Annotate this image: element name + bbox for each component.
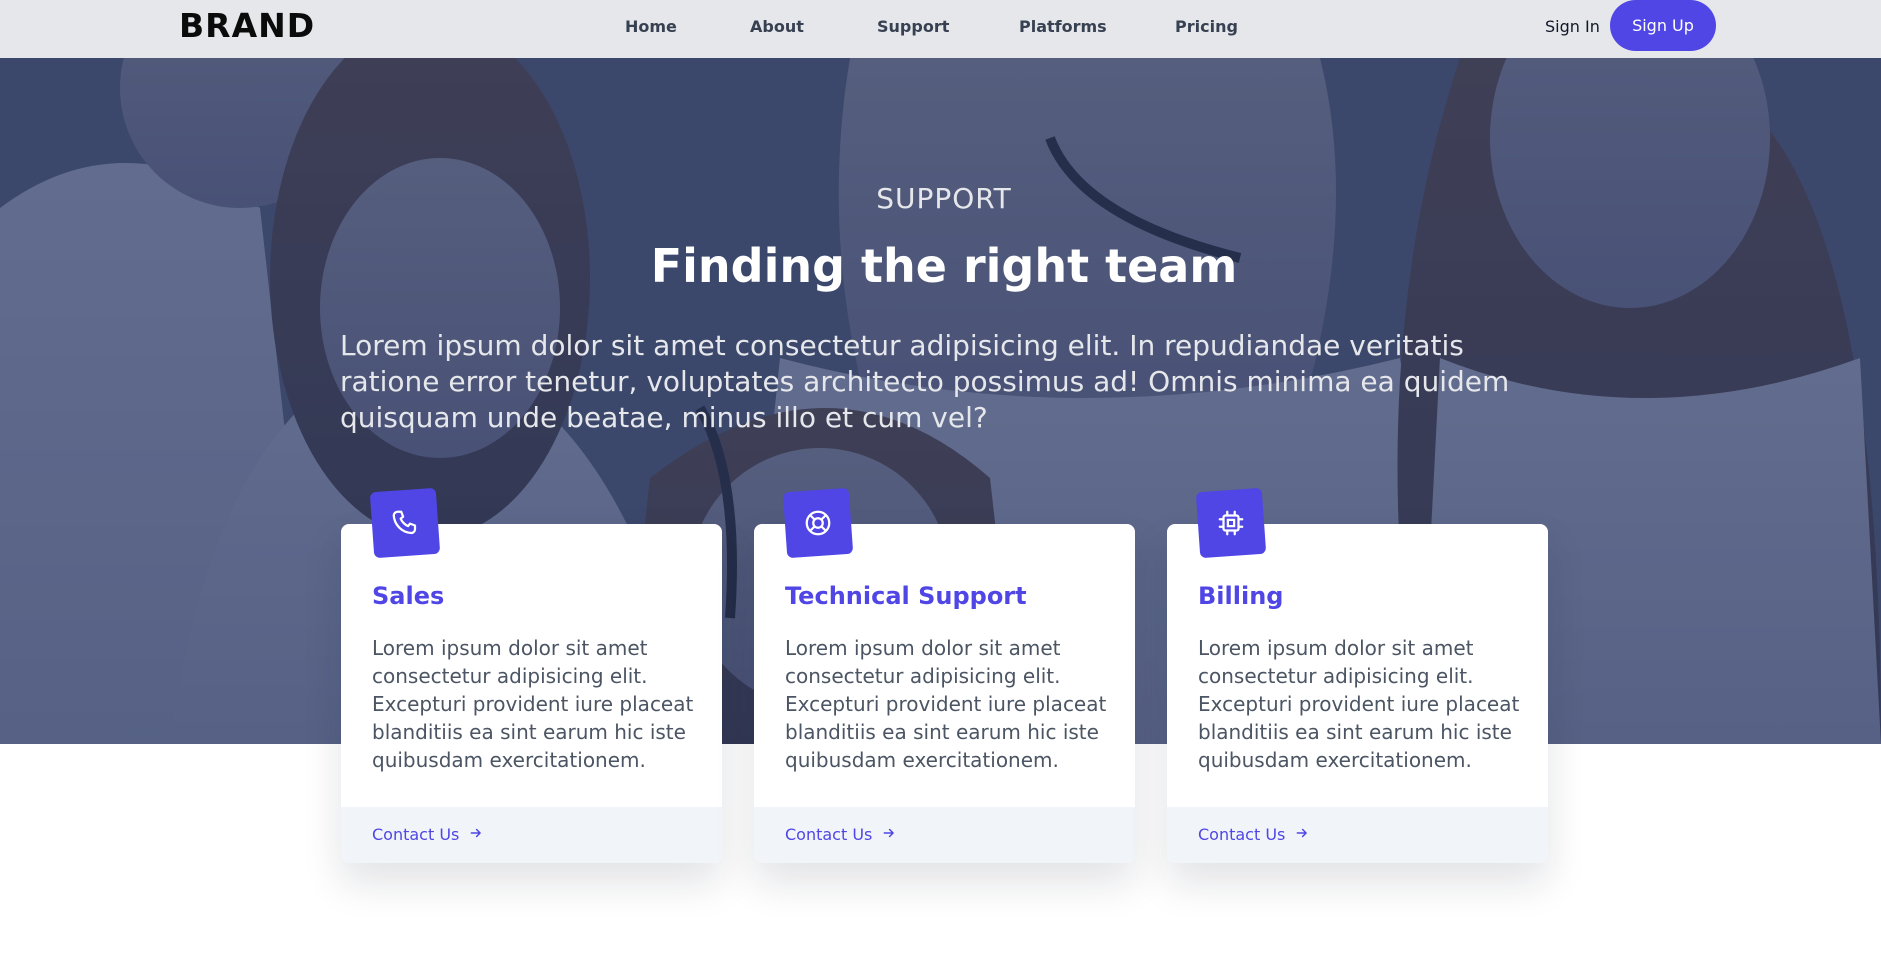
lifebuoy-icon: [782, 487, 854, 559]
sign-in-link[interactable]: Sign In: [1545, 17, 1600, 37]
sign-up-button[interactable]: Sign Up: [1610, 0, 1716, 51]
contact-us-link[interactable]: Contact Us: [372, 825, 483, 845]
hero-title: Finding the right team: [650, 239, 1238, 293]
contact-us-label: Contact Us: [1198, 825, 1286, 844]
nav-link-support[interactable]: Support: [877, 17, 949, 37]
card-body: Lorem ipsum dolor sit amet consectetur a…: [372, 636, 694, 772]
hero-eyebrow: SUPPORT: [876, 182, 1012, 215]
contact-us-label: Contact Us: [372, 825, 460, 844]
phone-icon: [369, 487, 441, 559]
arrow-right-icon: [469, 825, 483, 845]
contact-us-link[interactable]: Contact Us: [1198, 825, 1309, 845]
card-footer: Contact Us: [754, 807, 1135, 863]
card-billing: Billing Lorem ipsum dolor sit amet conse…: [1167, 487, 1548, 863]
card-footer: Contact Us: [1167, 807, 1548, 863]
card-footer: Contact Us: [341, 807, 722, 863]
chip-icon: [1195, 487, 1267, 559]
nav-link-about[interactable]: About: [750, 17, 804, 37]
nav-link-platforms[interactable]: Platforms: [1019, 17, 1107, 37]
card-technical-support: Technical Support Lorem ipsum dolor sit …: [754, 487, 1135, 863]
card-body: Lorem ipsum dolor sit amet consectetur a…: [785, 636, 1107, 772]
nav-link-pricing[interactable]: Pricing: [1175, 17, 1238, 37]
nav-link-home[interactable]: Home: [625, 17, 677, 37]
arrow-right-icon: [882, 825, 896, 845]
card-title: Billing: [1198, 582, 1284, 610]
top-navbar: BRAND Home About Support Platforms Prici…: [0, 0, 1881, 58]
contact-us-label: Contact Us: [785, 825, 873, 844]
contact-us-link[interactable]: Contact Us: [785, 825, 896, 845]
hero-description: Lorem ipsum dolor sit amet consectetur a…: [340, 329, 1510, 434]
card-body: Lorem ipsum dolor sit amet consectetur a…: [1198, 636, 1520, 772]
arrow-right-icon: [1295, 825, 1309, 845]
card-sales: Sales Lorem ipsum dolor sit amet consect…: [341, 487, 722, 863]
card-title: Sales: [372, 582, 445, 610]
card-title: Technical Support: [785, 582, 1027, 610]
